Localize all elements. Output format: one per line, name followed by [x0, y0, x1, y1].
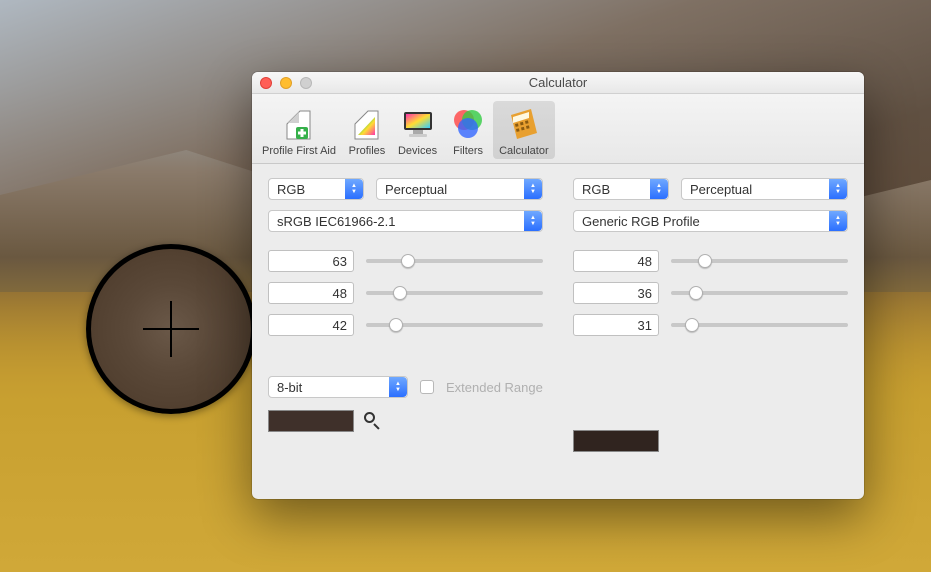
- dest-channel-row-0: [573, 250, 848, 272]
- colorsync-window: Calculator Profile First Aid Profiles De…: [252, 72, 864, 499]
- select-value: Generic RGB Profile: [582, 214, 700, 229]
- toolbar-filters[interactable]: Filters: [443, 101, 493, 159]
- source-channel-0-input[interactable]: [268, 250, 354, 272]
- extended-range-checkbox[interactable]: [420, 380, 434, 394]
- dest-intent-select[interactable]: Perceptual: [681, 178, 848, 200]
- toolbar-profile-first-aid[interactable]: Profile First Aid: [256, 101, 342, 159]
- calculator-icon: [505, 105, 543, 143]
- dest-channel-2-slider[interactable]: [671, 314, 848, 336]
- crosshair-vertical: [170, 309, 172, 349]
- eyedropper-loupe-button[interactable]: [364, 412, 382, 430]
- select-value: Perceptual: [385, 182, 447, 197]
- close-button[interactable]: [260, 77, 272, 89]
- source-colorspace-select[interactable]: RGB: [268, 178, 364, 200]
- select-value: RGB: [277, 182, 305, 197]
- window-title: Calculator: [252, 75, 864, 90]
- source-channel-1-input[interactable]: [268, 282, 354, 304]
- source-channel-row-1: [268, 282, 543, 304]
- source-channel-row-0: [268, 250, 543, 272]
- source-profile-select[interactable]: sRGB IEC61966-2.1: [268, 210, 543, 232]
- dest-colorspace-select[interactable]: RGB: [573, 178, 669, 200]
- toolbar: Profile First Aid Profiles Devices Filte…: [252, 94, 864, 164]
- toolbar-devices[interactable]: Devices: [392, 101, 443, 159]
- toolbar-label: Calculator: [499, 145, 549, 157]
- select-value: Perceptual: [690, 182, 752, 197]
- profiles-icon: [348, 105, 386, 143]
- dest-profile-select[interactable]: Generic RGB Profile: [573, 210, 848, 232]
- source-column: RGB Perceptual sRGB IEC61966-2.1: [268, 178, 543, 452]
- source-channel-0-slider[interactable]: [366, 250, 543, 272]
- toolbar-calculator[interactable]: Calculator: [493, 101, 555, 159]
- select-value: sRGB IEC61966-2.1: [277, 214, 396, 229]
- source-color-swatch: [268, 410, 354, 432]
- source-channel-2-input[interactable]: [268, 314, 354, 336]
- source-channel-1-slider[interactable]: [366, 282, 543, 304]
- source-channel-row-2: [268, 314, 543, 336]
- toolbar-label: Profiles: [349, 145, 386, 157]
- window-controls: [252, 77, 312, 89]
- select-value: 8-bit: [277, 380, 302, 395]
- dest-channel-2-input[interactable]: [573, 314, 659, 336]
- extended-range-label: Extended Range: [446, 380, 543, 395]
- dest-channel-row-2: [573, 314, 848, 336]
- content-area: RGB Perceptual sRGB IEC61966-2.1: [252, 164, 864, 468]
- toolbar-label: Profile First Aid: [262, 145, 336, 157]
- toolbar-profiles[interactable]: Profiles: [342, 101, 392, 159]
- dest-channel-1-slider[interactable]: [671, 282, 848, 304]
- dest-channel-0-slider[interactable]: [671, 250, 848, 272]
- titlebar[interactable]: Calculator: [252, 72, 864, 94]
- zoom-button[interactable]: [300, 77, 312, 89]
- destination-column: RGB Perceptual Generic RGB Profile: [573, 178, 848, 452]
- select-value: RGB: [582, 182, 610, 197]
- dest-channel-row-1: [573, 282, 848, 304]
- toolbar-label: Filters: [453, 145, 483, 157]
- minimize-button[interactable]: [280, 77, 292, 89]
- source-intent-select[interactable]: Perceptual: [376, 178, 543, 200]
- dest-channel-1-input[interactable]: [573, 282, 659, 304]
- devices-icon: [399, 105, 437, 143]
- dest-color-swatch: [573, 430, 659, 452]
- first-aid-icon: [280, 105, 318, 143]
- filters-icon: [449, 105, 487, 143]
- toolbar-label: Devices: [398, 145, 437, 157]
- color-loupe[interactable]: [86, 244, 256, 414]
- source-channel-2-slider[interactable]: [366, 314, 543, 336]
- dest-channel-0-input[interactable]: [573, 250, 659, 272]
- bit-depth-select[interactable]: 8-bit: [268, 376, 408, 398]
